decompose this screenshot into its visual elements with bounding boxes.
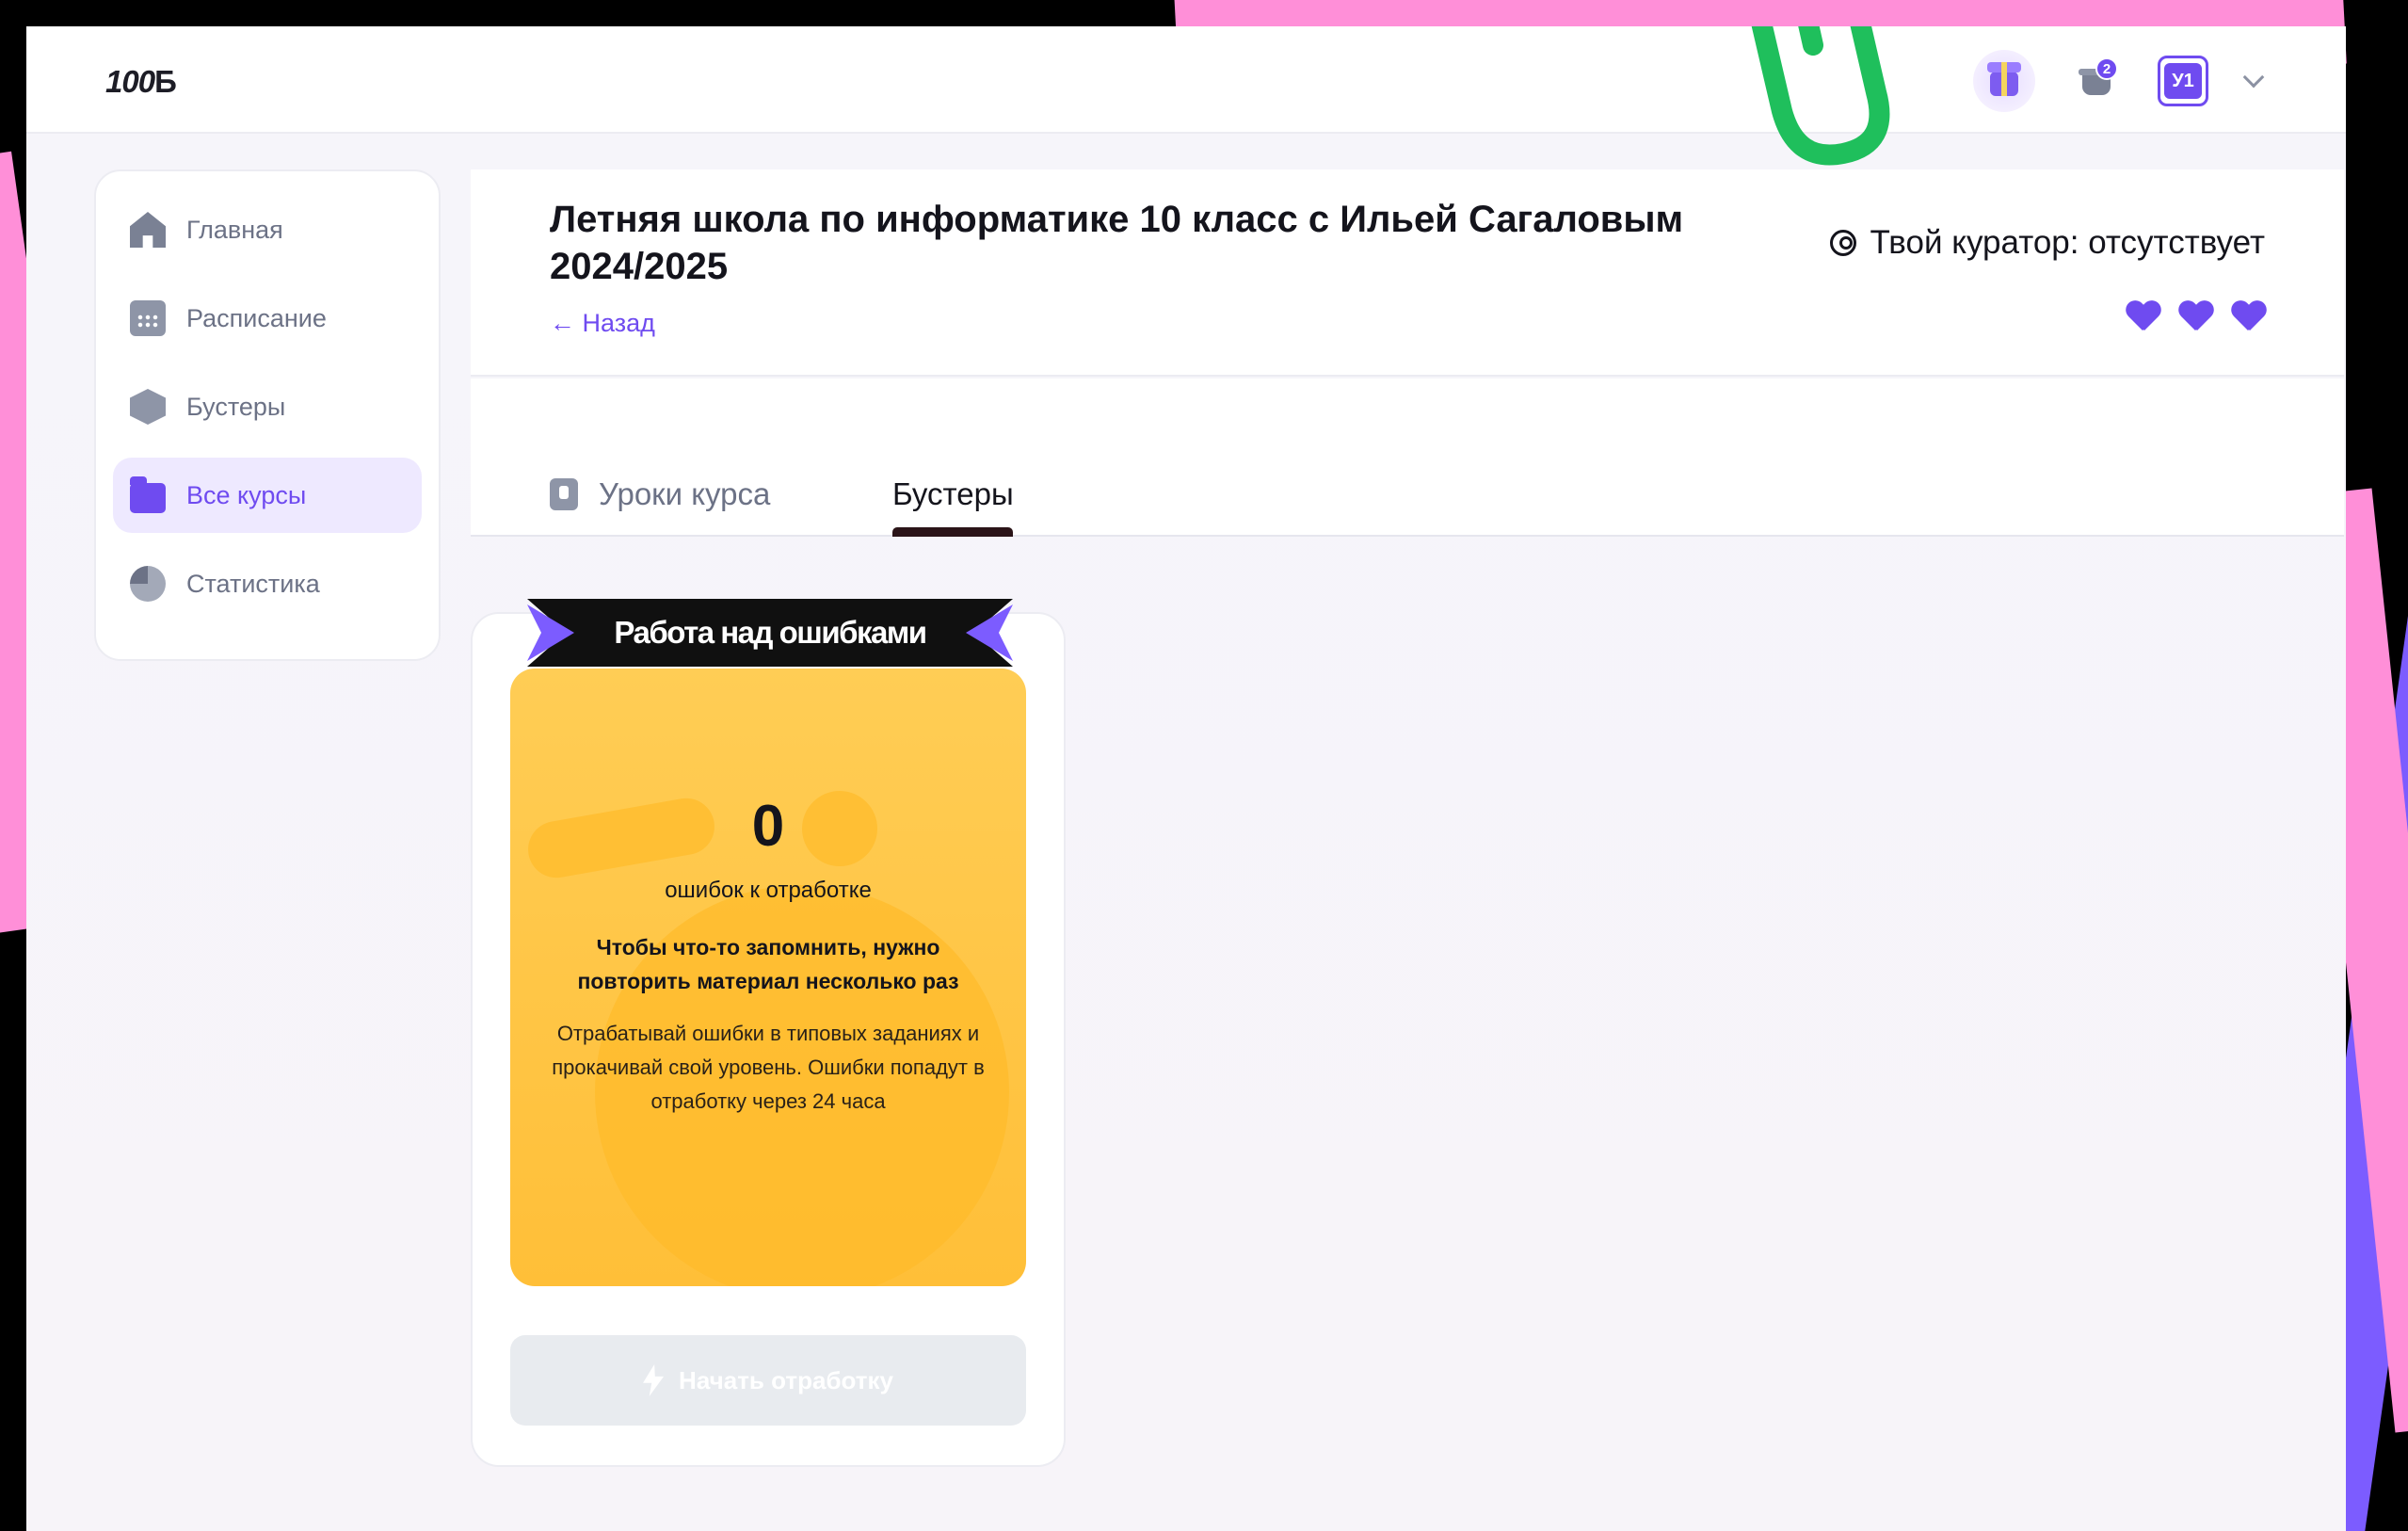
booster-card-body: 0 ошибок к отработке Чтобы что-то запомн… [510,669,1026,1286]
back-link[interactable]: ← Назад [550,309,655,338]
booster-card-error-practice: 0 ошибок к отработке Чтобы что-то запомн… [471,599,1066,1467]
sidebar-item-label: Статистика [186,569,320,598]
calendar-icon [130,300,166,336]
course-header: Летняя школа по информатике 10 класс с И… [471,169,2344,377]
sidebar-item-label: Бустеры [186,392,286,421]
lives-hearts [2126,301,2265,331]
heart-icon [2126,301,2159,331]
heart-icon [2231,301,2265,331]
sidebar-item-label: Расписание [186,303,327,332]
sidebar-item-schedule[interactable]: Расписание [113,281,422,356]
lightning-icon [643,1364,665,1396]
avatar[interactable]: У1 [2158,56,2208,106]
booster-description: Отрабатывай ошибки в типовых заданиях и … [552,1022,985,1113]
start-practice-label: Начать отработку [679,1365,893,1394]
cube-icon [130,389,166,425]
pie-chart-icon [130,566,166,602]
tab-label: Бустеры [892,476,1014,511]
curator-label: Твой куратор: отсутствует [1870,224,2265,261]
curator-info: Твой куратор: отсутствует [1830,224,2265,262]
gift-button[interactable] [1973,50,2035,112]
sidebar-item-all-courses[interactable]: Все курсы [113,458,422,533]
sidebar-item-label: Главная [186,215,283,244]
start-practice-button[interactable]: Начать отработку [510,1335,1026,1426]
page-title: Летняя школа по информатике 10 класс с И… [550,199,1684,287]
app-window: 100Б 2 У1 Главная Расписание Бустеры Все… [26,26,2346,1531]
lessons-icon [550,478,578,510]
booster-motto: Чтобы что-то запомнить, нужно повторить … [577,935,959,993]
active-tab-indicator [892,527,1013,537]
cart-button[interactable]: 2 [2073,57,2120,105]
folder-icon [130,476,166,513]
sidebar: Главная Расписание Бустеры Все курсы Ста… [94,169,441,661]
sidebar-item-statistics[interactable]: Статистика [113,546,422,621]
top-bar: 100Б 2 У1 [26,26,2346,134]
tabs-bar: Уроки курса Бустеры [471,379,2344,537]
avatar-initials: У1 [2164,63,2202,99]
gift-icon [1987,62,2021,96]
user-circle-icon [1830,230,1857,256]
tab-label: Уроки курса [599,476,771,511]
home-icon [130,212,166,248]
booster-title: Работа над ошибками [614,615,927,650]
error-count: 0 [751,794,785,859]
chevron-down-icon[interactable] [2242,66,2265,89]
tab-lessons[interactable]: Уроки курса [550,476,770,512]
sidebar-item-label: Все курсы [186,480,307,509]
tab-boosters[interactable]: Бустеры [892,476,1014,512]
heart-icon [2178,301,2212,331]
booster-ribbon: Работа над ошибками [527,599,1013,667]
cart-count-badge: 2 [2095,57,2118,80]
top-actions: 2 У1 [1973,50,2265,112]
error-count-label: ошибок к отработке [665,878,872,903]
sidebar-item-home[interactable]: Главная [113,192,422,267]
logo[interactable]: 100Б [105,64,177,100]
sidebar-item-boosters[interactable]: Бустеры [113,369,422,444]
